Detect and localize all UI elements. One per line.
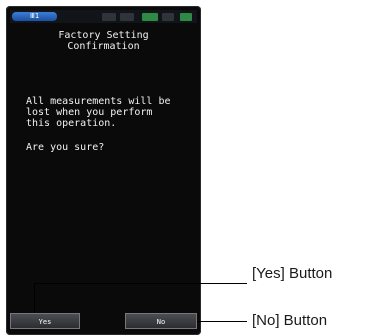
- status-icon-1: [102, 13, 116, 21]
- dialog-title-line2: Confirmation: [67, 41, 140, 52]
- dialog-title-line1: Factory Setting: [58, 30, 149, 41]
- status-icon-2: [120, 13, 134, 21]
- yes-leader-vertical: [34, 283, 35, 313]
- battery-indicator: Ⅲ1: [12, 12, 57, 21]
- dialog-message-line1: All measurements will be: [26, 96, 171, 107]
- status-bar: Ⅲ1: [10, 10, 197, 23]
- dialog-message: All measurements will be lost when you p…: [26, 96, 196, 129]
- status-icon-5: [180, 13, 192, 21]
- status-icon-4: [162, 13, 174, 21]
- dialog-message-line2: lost when you perform: [26, 107, 153, 118]
- no-button[interactable]: No: [125, 313, 197, 329]
- no-leader-horizontal: [197, 321, 247, 322]
- yes-leader-horizontal: [34, 283, 247, 284]
- manual-figure: Ⅲ1 Factory Setting Confirmation All meas…: [0, 0, 384, 335]
- dialog-title: Factory Setting Confirmation: [16, 30, 191, 52]
- yes-callout-label: [Yes] Button: [252, 265, 333, 282]
- light-meter-screen: Ⅲ1 Factory Setting Confirmation All meas…: [6, 6, 201, 335]
- no-callout-label: [No] Button: [252, 312, 328, 329]
- dialog-question: Are you sure?: [26, 142, 105, 153]
- battery-label: Ⅲ1: [30, 12, 40, 20]
- status-icon-3: [142, 13, 158, 21]
- dialog-message-line3: this operation.: [26, 118, 117, 129]
- yes-button[interactable]: Yes: [10, 313, 80, 329]
